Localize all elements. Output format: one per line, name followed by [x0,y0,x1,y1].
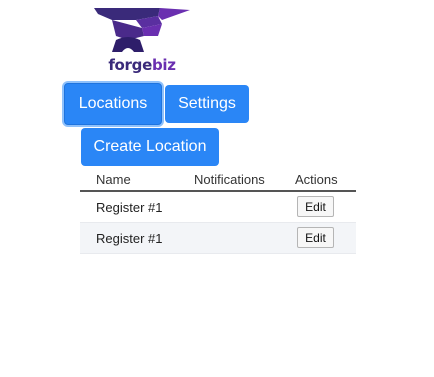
table-row: Register #1 Edit [80,223,356,254]
locations-table: Name Notifications Actions Register #1 E… [80,168,356,254]
logo-wordmark: forgebiz [92,56,192,74]
location-name: Register #1 [96,200,163,215]
column-header-actions: Actions [295,172,338,187]
tab-locations[interactable]: Locations [64,83,162,125]
logo-word-biz: biz [151,56,176,74]
forgebiz-logo: forgebiz [92,6,192,76]
edit-button[interactable]: Edit [297,227,334,248]
column-header-notifications: Notifications [194,172,265,187]
tab-settings[interactable]: Settings [165,85,249,123]
logo-word-forge: forge [108,56,152,74]
app-root: forgebiz Locations Settings Create Locat… [0,0,434,377]
create-location-button[interactable]: Create Location [81,128,219,166]
location-name: Register #1 [96,231,163,246]
anvil-icon [94,8,190,52]
column-header-name: Name [96,172,131,187]
edit-button[interactable]: Edit [297,196,334,217]
table-header: Name Notifications Actions [80,168,356,192]
table-row: Register #1 Edit [80,192,356,223]
